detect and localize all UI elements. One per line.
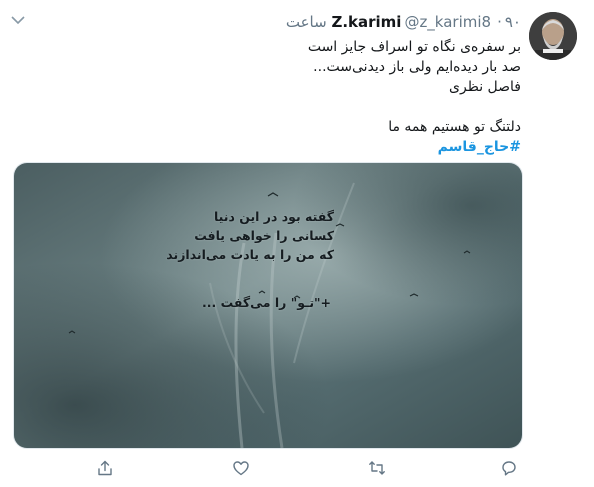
hashtag-link[interactable]: #حاج_قاسم xyxy=(81,137,521,157)
caption-line: +"تـو" را می‌گفت ... xyxy=(202,295,331,310)
like-icon xyxy=(233,461,249,476)
caption-line: که من را به یادت می‌اندازند xyxy=(166,247,334,262)
author-handle[interactable]: @z_karimi8 xyxy=(404,13,491,31)
separator-dot: · xyxy=(497,13,502,31)
retweet-icon xyxy=(369,461,385,475)
tweet-line: دلتنگ تو هستیم همه ما xyxy=(388,119,521,135)
tweet-image[interactable]: گفته بود در این دنیا کسانی را خواهی یافت… xyxy=(13,162,523,449)
tweet-actions xyxy=(0,455,594,481)
tweet-line: فاصل نظری xyxy=(449,79,521,95)
reply-button[interactable] xyxy=(498,457,520,479)
retweet-button[interactable] xyxy=(366,457,388,479)
image-caption: گفته بود در این دنیا کسانی را خواهی یافت… xyxy=(154,207,334,312)
tweet-line: بر سفره‌ی نگاه تو اسراف جایز است xyxy=(307,39,521,55)
reply-icon xyxy=(502,461,516,476)
author-name[interactable]: Z.karimi xyxy=(331,13,401,31)
avatar-image xyxy=(529,12,577,60)
caption-line: گفته بود در این دنیا xyxy=(213,209,334,224)
share-button[interactable] xyxy=(94,457,116,479)
tweet-header: Z.karimi @z_karimi8·۹۰ ساعت xyxy=(286,12,521,32)
caption-line: کسانی را خواهی یافت xyxy=(194,228,334,243)
like-button[interactable] xyxy=(230,457,252,479)
tweet-text: بر سفره‌ی نگاه تو اسراف جایز است صد بار … xyxy=(81,37,521,157)
tweet: Z.karimi @z_karimi8·۹۰ ساعت بر سفره‌ی نگا… xyxy=(0,0,594,487)
chevron-down-icon[interactable] xyxy=(10,14,26,26)
share-icon xyxy=(98,460,112,476)
avatar[interactable] xyxy=(529,12,577,60)
tweet-line: صد بار دیده‌ایم ولی باز دیدنی‌ست... xyxy=(313,59,521,75)
